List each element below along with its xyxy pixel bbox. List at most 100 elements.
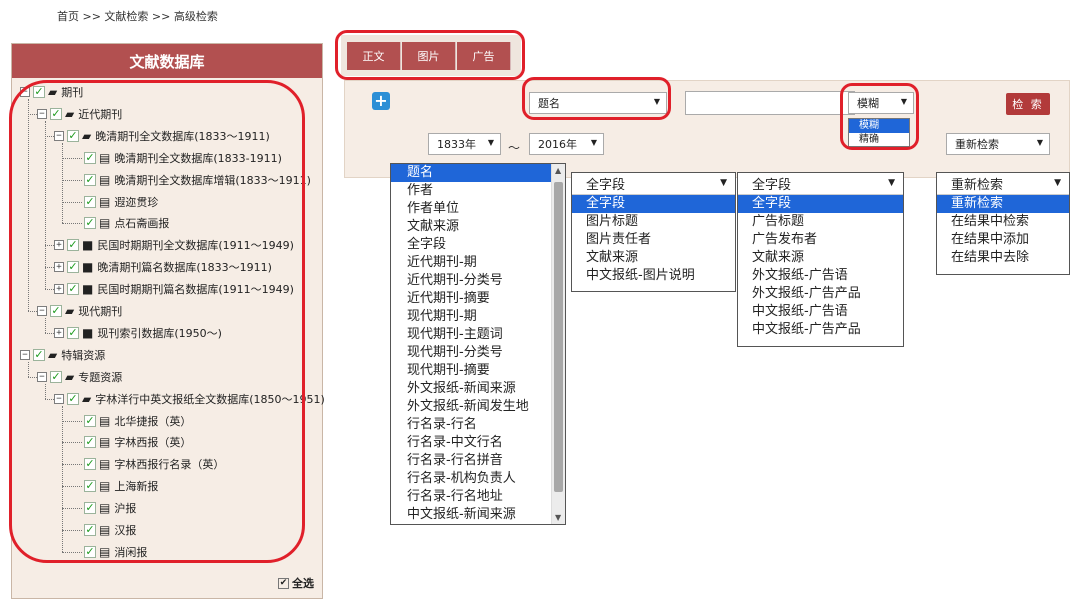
field-option[interactable]: 行名录-机构负责人 (391, 470, 565, 488)
tree-node[interactable]: ✓ ▤ 上海新报 (84, 477, 158, 495)
tree-node[interactable]: ✓ ▤ 消闲报 (84, 543, 147, 561)
select-all-checkbox[interactable]: ✔ 全选 (278, 575, 314, 591)
checkbox-icon[interactable]: ✓ (84, 545, 96, 558)
image-field-option[interactable]: 全字段 (572, 195, 735, 213)
tree-node[interactable]: ✓ ▤ 北华捷报（英） (84, 412, 191, 430)
collapse-icon[interactable]: − (37, 371, 47, 382)
checkbox-icon[interactable]: ✓ (84, 480, 96, 493)
tree-node[interactable]: ✓ ▤ 晚清期刊全文数据库增辑(1833～1911) (84, 171, 311, 189)
field-option[interactable]: 外文报纸-新闻发生地 (391, 398, 565, 416)
image-field-option[interactable]: 文献来源 (572, 249, 735, 267)
ad-field-option[interactable]: 文献来源 (738, 249, 903, 267)
checkbox-icon[interactable]: ✓ (50, 107, 62, 120)
field-option[interactable]: 外文报纸-新闻来源 (391, 380, 565, 398)
checkbox-icon[interactable]: ✓ (33, 86, 45, 98)
checkbox-icon[interactable]: ✓ (84, 173, 96, 186)
checkbox-icon[interactable]: ✓ (33, 348, 45, 361)
collapse-icon[interactable]: − (20, 87, 30, 97)
image-field-select[interactable]: 全字段 ▼ (572, 173, 735, 195)
year-end-select[interactable]: 2016年 ▼ (529, 133, 604, 155)
checkbox-icon[interactable]: ✓ (67, 239, 79, 252)
checkbox-icon[interactable]: ✓ (67, 392, 79, 405)
tree-node[interactable]: ✓ ▤ 遐迩贯珍 (84, 193, 158, 211)
tree-node[interactable]: − ✓ ▰ 近代期刊 (37, 105, 122, 123)
tab-text[interactable]: 正文 (347, 42, 401, 70)
field-option[interactable]: 现代期刊-主题词 (391, 326, 565, 344)
field-option[interactable]: 行名录-中文行名 (391, 434, 565, 452)
tree-node[interactable]: − ✓ ▰ 现代期刊 (37, 302, 122, 320)
checkbox-icon[interactable]: ✓ (84, 502, 96, 515)
match-mode-select[interactable]: 模糊 ▼ (848, 92, 914, 114)
tree-node[interactable]: − ✓ ▰ 字林洋行中英文报纸全文数据库(1850～1951) (54, 390, 325, 408)
checkbox-icon[interactable]: ✓ (50, 305, 62, 317)
tree-node[interactable]: − ✓ ▰ 晚清期刊全文数据库(1833～1911) (54, 127, 270, 145)
field-option[interactable]: 文献来源 (391, 218, 565, 236)
arrow-up-icon[interactable]: ▲ (555, 166, 561, 175)
tree-node[interactable]: − ✓ ▰ 期刊 (20, 83, 83, 101)
ad-field-option[interactable]: 中文报纸-广告语 (738, 303, 903, 321)
field-option[interactable]: 作者单位 (391, 200, 565, 218)
field-option[interactable]: 近代期刊-期 (391, 254, 565, 272)
field-option[interactable]: 行名录-行名地址 (391, 488, 565, 506)
scope-option[interactable]: 在结果中去除 (937, 249, 1069, 267)
field-option[interactable]: 全字段 (391, 236, 565, 254)
checkbox-icon[interactable]: ✓ (84, 151, 96, 164)
checkbox-icon[interactable]: ✓ (84, 195, 96, 208)
collapse-icon[interactable]: − (20, 349, 30, 360)
ad-field-option[interactable]: 外文报纸-广告语 (738, 267, 903, 285)
field-option[interactable]: 作者 (391, 182, 565, 200)
field-option[interactable]: 现代期刊-摘要 (391, 362, 565, 380)
field-option[interactable]: 现代期刊-期 (391, 308, 565, 326)
arrow-down-icon[interactable]: ▼ (555, 513, 561, 522)
image-field-option[interactable]: 图片标题 (572, 213, 735, 231)
scrollbar[interactable]: ▲ ▼ (551, 164, 565, 524)
ad-field-select[interactable]: 全字段 ▼ (738, 173, 903, 195)
tree-node[interactable]: ✓ ▤ 沪报 (84, 499, 136, 517)
tree-node[interactable]: + ✓ ■ 民国时期期刊篇名数据库(1911～1949) (54, 280, 294, 298)
tree-node[interactable]: − ✓ ▰ 专题资源 (37, 368, 122, 386)
field-option[interactable]: 近代期刊-摘要 (391, 290, 565, 308)
ad-field-option[interactable]: 外文报纸-广告产品 (738, 285, 903, 303)
year-start-select[interactable]: 1833年 ▼ (428, 133, 501, 155)
ad-field-option[interactable]: 中文报纸-广告产品 (738, 321, 903, 339)
checkbox-icon[interactable]: ✓ (84, 436, 96, 449)
ad-field-option[interactable]: 全字段 (738, 195, 903, 213)
tab-advertisement[interactable]: 广告 (457, 42, 511, 70)
tree-node[interactable]: + ✓ ■ 现刊索引数据库(1950～) (54, 324, 222, 342)
field-option[interactable]: 现代期刊-分类号 (391, 344, 565, 362)
expand-icon[interactable]: + (54, 327, 64, 338)
tree-node[interactable]: ✓ ▤ 晚清期刊全文数据库(1833-1911) (84, 149, 282, 167)
option-exact[interactable]: 精确 (849, 133, 909, 147)
checkbox-icon[interactable]: ✓ (84, 217, 96, 230)
collapse-icon[interactable]: − (54, 130, 64, 141)
scroll-thumb[interactable] (554, 182, 563, 492)
ad-field-option[interactable]: 广告标题 (738, 213, 903, 231)
scope-option[interactable]: 在结果中检索 (937, 213, 1069, 231)
tree-node[interactable]: + ✓ ■ 晚清期刊篇名数据库(1833～1911) (54, 258, 272, 276)
checkbox-icon[interactable]: ✓ (67, 326, 79, 339)
field-option[interactable]: 中文报纸-新闻来源 (391, 506, 565, 524)
scope-option[interactable]: 重新检索 (937, 195, 1069, 213)
field-option[interactable]: 题名 (391, 164, 565, 182)
field-option[interactable]: 近代期刊-分类号 (391, 272, 565, 290)
tree-node[interactable]: ✓ ▤ 字林西报（英） (84, 433, 191, 451)
scope-list-select[interactable]: 重新检索 ▼ (937, 173, 1069, 195)
checkbox-icon[interactable]: ✓ (84, 524, 96, 536)
scope-option[interactable]: 在结果中添加 (937, 231, 1069, 249)
tree-node[interactable]: ✓ ▤ 点石斋画报 (84, 214, 169, 232)
field-select[interactable]: 题名 ▼ (529, 92, 667, 114)
add-condition-button[interactable]: + (372, 92, 390, 110)
checkbox-icon[interactable]: ✓ (67, 283, 79, 296)
checkbox-icon[interactable]: ✓ (84, 414, 96, 427)
tree-node[interactable]: ✓ ▤ 汉报 (84, 521, 136, 539)
checkbox-icon[interactable]: ✓ (84, 458, 96, 471)
tree-node[interactable]: ✓ ▤ 字林西报行名录（英） (84, 455, 224, 473)
field-option[interactable]: 行名录-行名拼音 (391, 452, 565, 470)
image-field-option[interactable]: 图片责任者 (572, 231, 735, 249)
expand-icon[interactable]: + (54, 284, 64, 295)
collapse-icon[interactable]: − (37, 306, 47, 316)
keyword-input[interactable] (685, 91, 855, 115)
scope-select[interactable]: 重新检索 ▼ (946, 133, 1050, 155)
option-fuzzy[interactable]: 模糊 (849, 119, 909, 133)
tree-node[interactable]: + ✓ ■ 民国时期期刊全文数据库(1911～1949) (54, 236, 294, 254)
